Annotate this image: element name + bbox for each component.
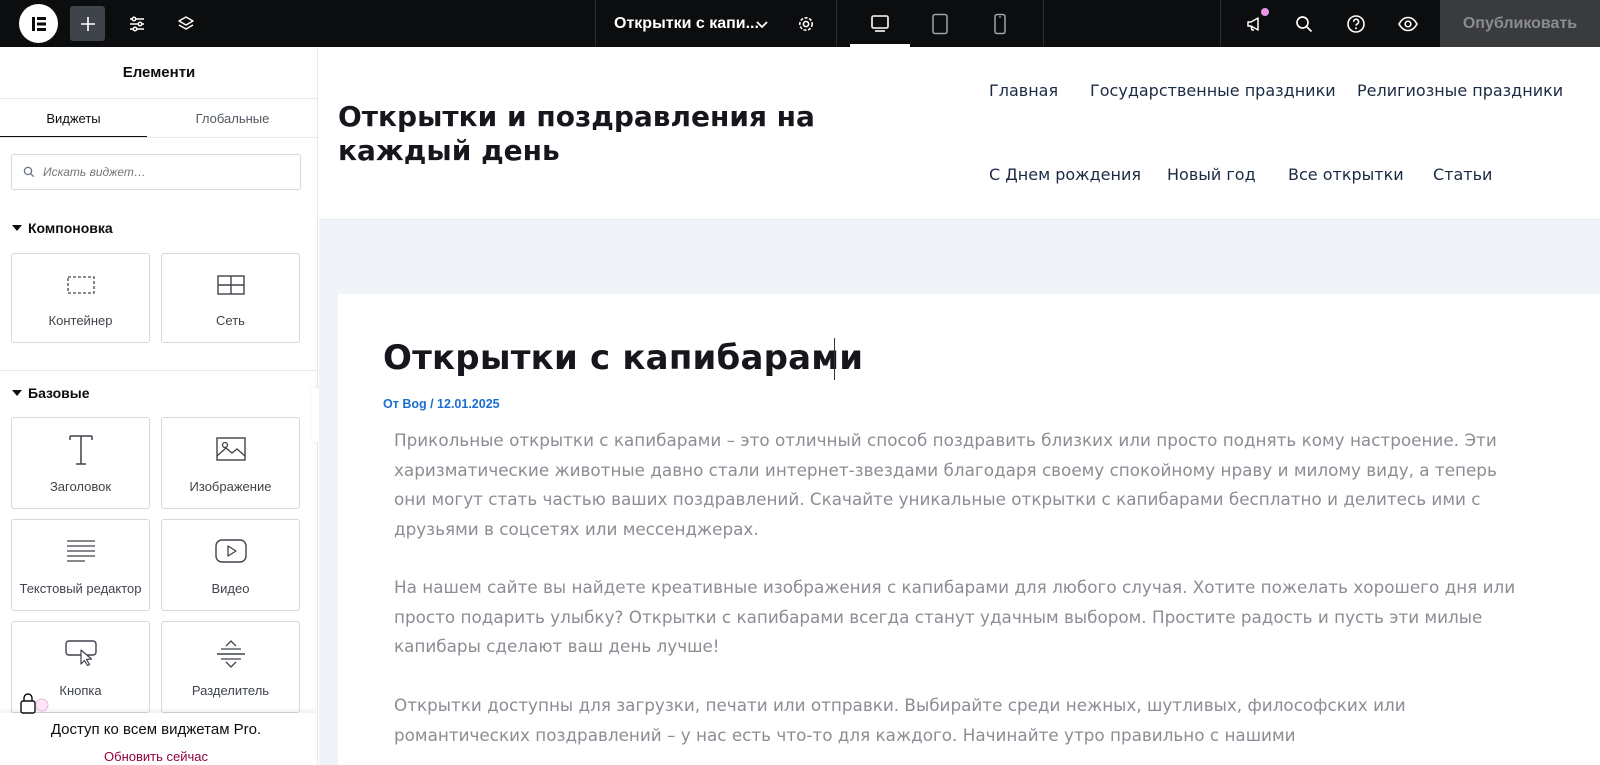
site-settings-button[interactable] xyxy=(119,6,154,41)
whats-new-button[interactable] xyxy=(1237,6,1272,41)
widget-container[interactable]: Контейнер xyxy=(11,253,150,343)
nav-item-birthday[interactable]: С Днем рождения xyxy=(989,165,1141,184)
category-label: Базовые xyxy=(28,385,90,401)
tablet-view-button[interactable] xyxy=(910,0,970,47)
category-layout[interactable]: Компоновка xyxy=(12,220,113,236)
widget-video[interactable]: Видео xyxy=(161,519,300,611)
lock-icon xyxy=(20,693,49,714)
widget-search[interactable] xyxy=(11,154,301,190)
desktop-view-button[interactable] xyxy=(850,0,910,47)
widget-label: Текстовый редактор xyxy=(19,581,142,596)
editor-canvas: Открытки и поздравления на каждый день Г… xyxy=(319,47,1600,765)
tabs-divider xyxy=(0,137,317,138)
elementor-logo-icon[interactable] xyxy=(19,4,58,43)
tab-widgets[interactable]: Виджеты xyxy=(0,99,147,138)
widget-grid[interactable]: Сеть xyxy=(161,253,300,343)
mobile-view-button[interactable] xyxy=(970,0,1030,47)
top-bar: Открытки с капи... Опубликовать xyxy=(0,0,1600,47)
widget-label: Изображение xyxy=(189,479,272,494)
pro-upsell-text: Доступ ко всем виджетам Pro. xyxy=(50,721,262,738)
separator xyxy=(836,0,837,47)
tablet-icon xyxy=(932,13,948,34)
structure-button[interactable] xyxy=(168,6,203,41)
video-icon xyxy=(162,538,299,564)
separator xyxy=(1043,0,1044,47)
chevron-down-icon xyxy=(755,20,768,28)
tab-globals[interactable]: Глобальные xyxy=(147,99,317,138)
site-title[interactable]: Открытки и поздравления на каждый день xyxy=(338,100,928,168)
publish-button[interactable]: Опубликовать xyxy=(1440,0,1600,47)
desktop-icon xyxy=(871,14,889,32)
article-title[interactable]: Открытки с капибарами xyxy=(383,338,863,378)
layers-icon xyxy=(177,15,194,30)
page-dropdown-toggle[interactable] xyxy=(744,6,779,41)
panel-title: Елементи xyxy=(0,47,317,99)
container-icon xyxy=(12,274,149,296)
widget-divider[interactable]: Разделитель xyxy=(161,621,300,713)
divider-icon xyxy=(162,638,299,670)
caret-down-icon xyxy=(12,390,22,396)
search-icon xyxy=(23,166,35,178)
widget-label: Заголовок xyxy=(49,479,112,494)
widget-label: Сеть xyxy=(216,313,245,328)
eye-icon xyxy=(1397,16,1418,31)
nav-item-home[interactable]: Главная xyxy=(989,81,1058,100)
nav-item-all-cards[interactable]: Все открытки xyxy=(1288,165,1404,184)
nav-item-state-holidays[interactable]: Государственные праздники xyxy=(1090,81,1336,100)
text-editor-icon xyxy=(12,538,149,564)
grid-icon xyxy=(162,274,299,296)
nav-item-religious-holidays[interactable]: Религиозные праздники xyxy=(1357,81,1563,100)
category-basic[interactable]: Базовые xyxy=(12,385,90,401)
nav-item-new-year[interactable]: Новый год xyxy=(1167,165,1256,184)
mobile-icon xyxy=(994,13,1006,34)
category-label: Компоновка xyxy=(28,220,113,236)
megaphone-icon xyxy=(1246,16,1259,31)
widgets-panel: Елементи Виджеты Глобальные Компоновка К… xyxy=(0,47,318,765)
preview-button[interactable] xyxy=(1390,6,1425,41)
text-cursor xyxy=(834,338,835,380)
pro-upsell-banner: Доступ ко всем виджетам Pro. Обновить се… xyxy=(0,693,317,765)
notification-dot xyxy=(1261,8,1269,16)
help-button[interactable] xyxy=(1338,6,1373,41)
widget-label: Разделитель xyxy=(191,683,270,698)
plus-icon xyxy=(80,16,95,31)
widget-search-input[interactable] xyxy=(43,165,283,179)
widget-heading[interactable]: Заголовок xyxy=(11,417,150,509)
widget-text-editor[interactable]: Текстовый редактор xyxy=(11,519,150,611)
nav-item-articles[interactable]: Статьи xyxy=(1433,165,1492,184)
separator xyxy=(595,0,596,47)
widget-label: Видео xyxy=(211,581,250,596)
image-icon xyxy=(162,436,299,462)
search-button[interactable] xyxy=(1286,6,1321,41)
article-paragraph: Открытки доступны для загрузки, печати и… xyxy=(394,695,1406,745)
article-card: Открытки с капибарами От Bog / 12.01.202… xyxy=(338,294,1600,765)
category-divider xyxy=(0,370,317,371)
caret-down-icon xyxy=(12,225,22,231)
widget-image[interactable]: Изображение xyxy=(161,417,300,509)
search-icon xyxy=(1295,15,1312,32)
add-element-button[interactable] xyxy=(70,6,105,41)
post-meta[interactable]: От Bog / 12.01.2025 xyxy=(383,397,500,411)
sliders-icon xyxy=(129,15,144,32)
page-settings-button[interactable] xyxy=(788,6,823,41)
gear-icon xyxy=(798,16,813,31)
site-header: Открытки и поздравления на каждый день Г… xyxy=(319,47,1600,220)
page-title-dropdown[interactable]: Открытки с капи... xyxy=(614,0,759,47)
article-paragraph: Прикольные открытки с капибарами – это о… xyxy=(394,430,1497,539)
widget-label: Контейнер xyxy=(48,313,113,328)
separator xyxy=(1220,0,1221,47)
article-paragraph: На нашем сайте вы найдете креативные изо… xyxy=(394,577,1516,656)
button-icon xyxy=(12,638,149,668)
help-icon xyxy=(1346,14,1365,33)
heading-icon xyxy=(12,432,149,466)
upgrade-now-link[interactable]: Обновить сейчас xyxy=(0,749,312,764)
